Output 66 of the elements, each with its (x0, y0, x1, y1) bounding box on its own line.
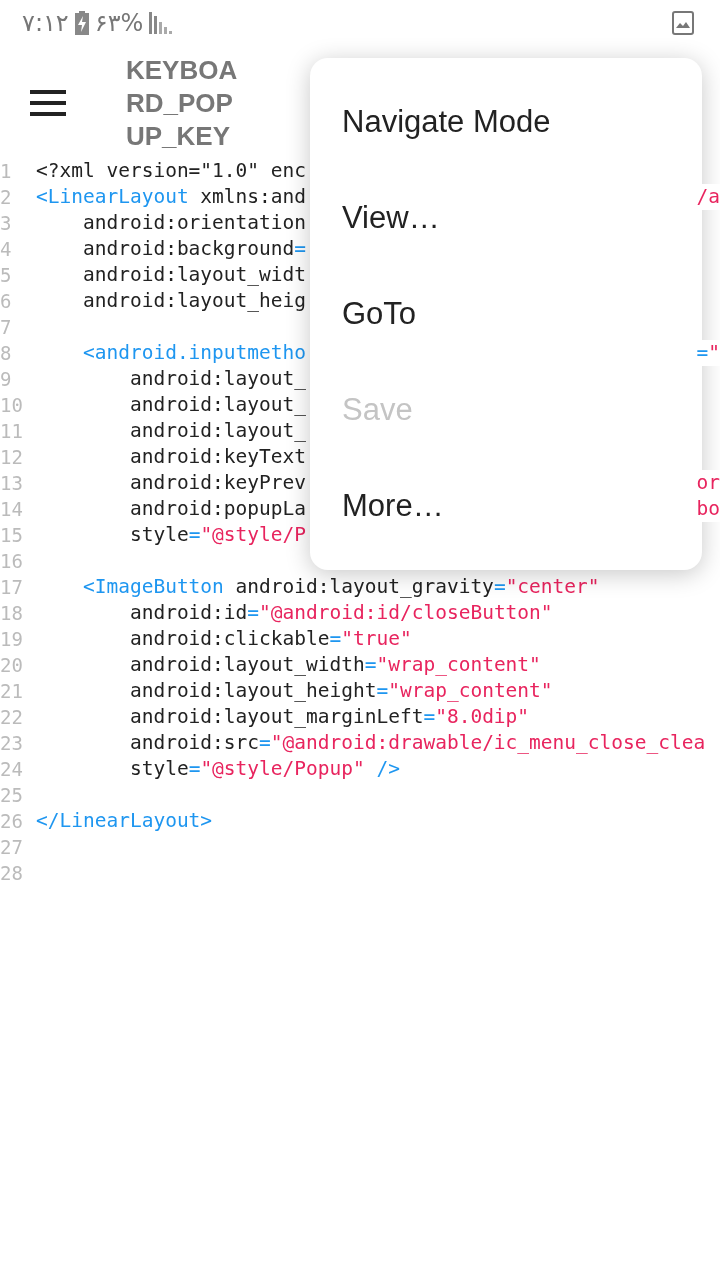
menu-item[interactable]: GoTo (310, 266, 692, 362)
line-number: 28 (0, 861, 24, 886)
code-fragment: or (696, 470, 720, 496)
line-number: 18 (0, 601, 24, 626)
image-icon (672, 11, 694, 35)
code-line: android:layout_width="wrap_content" (128, 652, 541, 678)
code-line: android:layout_ (128, 418, 307, 444)
line-number: 8 (0, 341, 13, 366)
line-number: 7 (0, 315, 13, 340)
code-line: android:layout_ (128, 392, 307, 418)
signal-icon (149, 12, 174, 34)
line-number: 14 (0, 497, 24, 522)
line-number: 9 (0, 367, 13, 392)
line-number: 25 (0, 783, 24, 808)
line-number: 21 (0, 679, 24, 704)
line-number: 15 (0, 523, 24, 548)
line-number: 26 (0, 809, 24, 834)
line-number: 16 (0, 549, 24, 574)
menu-item[interactable]: Navigate Mode (310, 74, 692, 170)
line-number: 19 (0, 627, 24, 652)
code-line: android:layout_heig (81, 288, 307, 314)
code-line: <LinearLayout xmlns:and (36, 184, 307, 210)
line-number: 13 (0, 471, 24, 496)
line-number: 4 (0, 237, 13, 262)
line-number: 22 (0, 705, 24, 730)
line-number: 24 (0, 757, 24, 782)
line-number: 12 (0, 445, 24, 470)
code-line: <?xml version="1.0" enc (36, 158, 307, 184)
status-time: ۷:۱۲ (22, 9, 69, 37)
code-fragment: bo (696, 496, 720, 522)
code-line: android:id="@android:id/closeButton" (128, 600, 553, 626)
code-line: android:src="@android:drawable/ic_menu_close_clea (128, 730, 706, 756)
code-line: android:layout_widt (81, 262, 307, 288)
toolbar-title: KEYBOARD_POPUP_KEY (126, 54, 239, 153)
code-line: android:keyPrev (128, 470, 307, 496)
line-number: 10 (0, 393, 24, 418)
line-number: 17 (0, 575, 24, 600)
code-line: style="@style/P (128, 522, 307, 548)
code-line: android:layout_height="wrap_content" (128, 678, 553, 704)
code-line: android:layout_ (128, 366, 307, 392)
code-line: style="@style/Popup" /> (128, 756, 400, 782)
code-fragment: =" (696, 340, 720, 366)
battery-level: ۶۳% (94, 9, 144, 37)
code-line: </LinearLayout> (36, 808, 213, 834)
line-number: 5 (0, 263, 13, 288)
code-line: android:keyText (128, 444, 307, 470)
line-number: 6 (0, 289, 13, 314)
code-line: <android.inputmetho (81, 340, 307, 366)
code-line: android:orientation (81, 210, 307, 236)
line-number: 23 (0, 731, 24, 756)
line-number: 1 (0, 159, 13, 184)
line-number: 3 (0, 211, 13, 236)
code-line: android:background= (81, 236, 307, 262)
line-number: 20 (0, 653, 24, 678)
line-number: 27 (0, 835, 24, 860)
menu-button[interactable] (30, 90, 66, 116)
code-fragment: /a (696, 184, 720, 210)
line-number: 11 (0, 419, 24, 444)
battery-charging-icon (74, 11, 89, 35)
line-number: 2 (0, 185, 13, 210)
code-line: android:clickable="true" (128, 626, 412, 652)
code-line: <ImageButton android:layout_gravity="center" (81, 574, 600, 600)
code-line: android:popupLa (128, 496, 307, 522)
menu-item[interactable]: View… (310, 170, 692, 266)
code-line: android:layout_marginLeft="8.0dip" (128, 704, 530, 730)
menu-item[interactable]: More… (310, 458, 692, 554)
